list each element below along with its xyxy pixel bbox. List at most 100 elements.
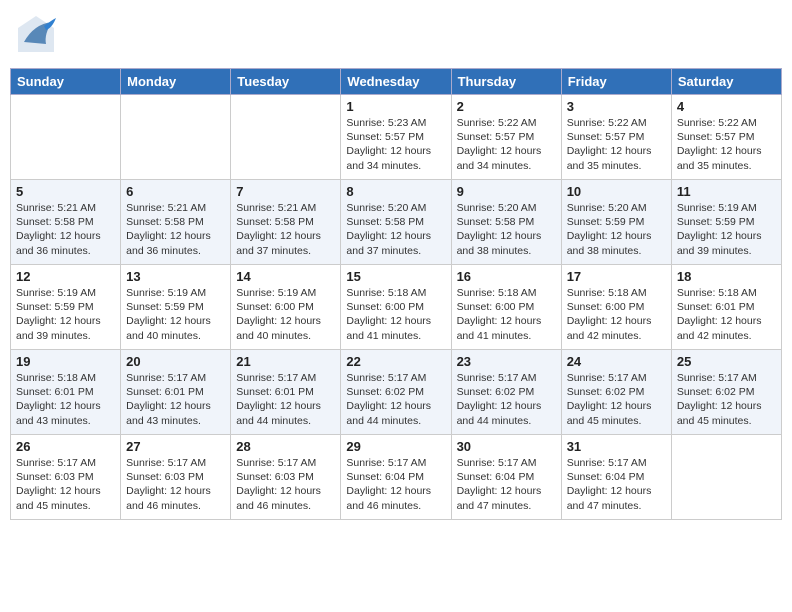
day-cell: 10 Sunrise: 5:20 AM Sunset: 5:59 PM Dayli… <box>561 180 671 265</box>
day-number: 1 <box>346 99 445 114</box>
day-cell: 25 Sunrise: 5:17 AM Sunset: 6:02 PM Dayli… <box>671 350 781 435</box>
day-number: 8 <box>346 184 445 199</box>
day-info: Sunrise: 5:18 AM Sunset: 6:01 PM Dayligh… <box>677 286 776 343</box>
day-number: 11 <box>677 184 776 199</box>
week-row-5: 26 Sunrise: 5:17 AM Sunset: 6:03 PM Dayli… <box>11 435 782 520</box>
day-number: 4 <box>677 99 776 114</box>
day-number: 23 <box>457 354 556 369</box>
day-number: 5 <box>16 184 115 199</box>
day-info: Sunrise: 5:18 AM Sunset: 6:01 PM Dayligh… <box>16 371 115 428</box>
day-number: 9 <box>457 184 556 199</box>
day-info: Sunrise: 5:20 AM Sunset: 5:59 PM Dayligh… <box>567 201 666 258</box>
day-number: 30 <box>457 439 556 454</box>
day-info: Sunrise: 5:17 AM Sunset: 6:03 PM Dayligh… <box>16 456 115 513</box>
day-cell: 5 Sunrise: 5:21 AM Sunset: 5:58 PM Daylig… <box>11 180 121 265</box>
day-cell: 30Sunrise: 5:17 AM Sunset: 6:04 PM Dayli… <box>451 435 561 520</box>
day-number: 31 <box>567 439 666 454</box>
day-info: Sunrise: 5:20 AM Sunset: 5:58 PM Dayligh… <box>346 201 445 258</box>
day-cell: 6Sunrise: 5:21 AM Sunset: 5:58 PM Daylig… <box>121 180 231 265</box>
day-cell: 18 Sunrise: 5:18 AM Sunset: 6:01 PM Dayli… <box>671 265 781 350</box>
calendar: SundayMondayTuesdayWednesdayThursdayFrid… <box>10 68 782 520</box>
col-header-tuesday: Tuesday <box>231 69 341 95</box>
week-row-2: 5 Sunrise: 5:21 AM Sunset: 5:58 PM Daylig… <box>11 180 782 265</box>
day-info: Sunrise: 5:22 AM Sunset: 5:57 PM Dayligh… <box>567 116 666 173</box>
day-number: 13 <box>126 269 225 284</box>
day-cell: 15 Sunrise: 5:18 AM Sunset: 6:00 PM Dayli… <box>341 265 451 350</box>
day-cell: 4 Sunrise: 5:22 AM Sunset: 5:57 PM Daylig… <box>671 95 781 180</box>
day-info: Sunrise: 5:17 AM Sunset: 6:02 PM Dayligh… <box>457 371 556 428</box>
col-header-wednesday: Wednesday <box>341 69 451 95</box>
day-cell: 23 Sunrise: 5:17 AM Sunset: 6:02 PM Dayli… <box>451 350 561 435</box>
day-number: 26 <box>16 439 115 454</box>
day-info: Sunrise: 5:17 AM Sunset: 6:04 PM Dayligh… <box>567 456 666 513</box>
day-cell: 8 Sunrise: 5:20 AM Sunset: 5:58 PM Daylig… <box>341 180 451 265</box>
day-cell: 31 Sunrise: 5:17 AM Sunset: 6:04 PM Dayli… <box>561 435 671 520</box>
logo-icon <box>16 14 56 58</box>
day-info: Sunrise: 5:18 AM Sunset: 6:00 PM Dayligh… <box>457 286 556 343</box>
day-cell <box>121 95 231 180</box>
day-info: Sunrise: 5:17 AM Sunset: 6:02 PM Dayligh… <box>677 371 776 428</box>
day-cell: 12Sunrise: 5:19 AM Sunset: 5:59 PM Dayli… <box>11 265 121 350</box>
day-number: 24 <box>567 354 666 369</box>
day-number: 19 <box>16 354 115 369</box>
day-cell: 14Sunrise: 5:19 AM Sunset: 6:00 PM Dayli… <box>231 265 341 350</box>
day-info: Sunrise: 5:22 AM Sunset: 5:57 PM Dayligh… <box>457 116 556 173</box>
week-row-3: 12Sunrise: 5:19 AM Sunset: 5:59 PM Dayli… <box>11 265 782 350</box>
day-cell: 19 Sunrise: 5:18 AM Sunset: 6:01 PM Dayli… <box>11 350 121 435</box>
day-number: 21 <box>236 354 335 369</box>
day-number: 27 <box>126 439 225 454</box>
day-cell <box>231 95 341 180</box>
day-cell: 9 Sunrise: 5:20 AM Sunset: 5:58 PM Daylig… <box>451 180 561 265</box>
day-number: 3 <box>567 99 666 114</box>
col-header-sunday: Sunday <box>11 69 121 95</box>
col-header-monday: Monday <box>121 69 231 95</box>
day-cell: 28 Sunrise: 5:17 AM Sunset: 6:03 PM Dayli… <box>231 435 341 520</box>
day-info: Sunrise: 5:17 AM Sunset: 6:03 PM Dayligh… <box>236 456 335 513</box>
day-info: Sunrise: 5:17 AM Sunset: 6:03 PM Dayligh… <box>126 456 225 513</box>
day-info: Sunrise: 5:17 AM Sunset: 6:02 PM Dayligh… <box>346 371 445 428</box>
day-info: Sunrise: 5:19 AM Sunset: 5:59 PM Dayligh… <box>16 286 115 343</box>
day-number: 17 <box>567 269 666 284</box>
day-cell: 11 Sunrise: 5:19 AM Sunset: 5:59 PM Dayli… <box>671 180 781 265</box>
day-number: 22 <box>346 354 445 369</box>
day-number: 2 <box>457 99 556 114</box>
day-cell: 24 Sunrise: 5:17 AM Sunset: 6:02 PM Dayli… <box>561 350 671 435</box>
day-number: 29 <box>346 439 445 454</box>
day-number: 25 <box>677 354 776 369</box>
col-header-friday: Friday <box>561 69 671 95</box>
day-info: Sunrise: 5:20 AM Sunset: 5:58 PM Dayligh… <box>457 201 556 258</box>
day-info: Sunrise: 5:17 AM Sunset: 6:01 PM Dayligh… <box>236 371 335 428</box>
col-header-thursday: Thursday <box>451 69 561 95</box>
day-info: Sunrise: 5:23 AM Sunset: 5:57 PM Dayligh… <box>346 116 445 173</box>
day-info: Sunrise: 5:21 AM Sunset: 5:58 PM Dayligh… <box>16 201 115 258</box>
day-number: 16 <box>457 269 556 284</box>
day-cell: 3 Sunrise: 5:22 AM Sunset: 5:57 PM Daylig… <box>561 95 671 180</box>
day-cell <box>671 435 781 520</box>
day-number: 18 <box>677 269 776 284</box>
day-number: 15 <box>346 269 445 284</box>
day-cell: 21 Sunrise: 5:17 AM Sunset: 6:01 PM Dayli… <box>231 350 341 435</box>
day-info: Sunrise: 5:21 AM Sunset: 5:58 PM Dayligh… <box>126 201 225 258</box>
day-number: 20 <box>126 354 225 369</box>
day-info: Sunrise: 5:19 AM Sunset: 5:59 PM Dayligh… <box>677 201 776 258</box>
day-number: 7 <box>236 184 335 199</box>
day-number: 28 <box>236 439 335 454</box>
day-cell: 20Sunrise: 5:17 AM Sunset: 6:01 PM Dayli… <box>121 350 231 435</box>
day-info: Sunrise: 5:21 AM Sunset: 5:58 PM Dayligh… <box>236 201 335 258</box>
day-info: Sunrise: 5:17 AM Sunset: 6:02 PM Dayligh… <box>567 371 666 428</box>
day-info: Sunrise: 5:22 AM Sunset: 5:57 PM Dayligh… <box>677 116 776 173</box>
day-info: Sunrise: 5:19 AM Sunset: 5:59 PM Dayligh… <box>126 286 225 343</box>
day-number: 10 <box>567 184 666 199</box>
day-cell: 2 Sunrise: 5:22 AM Sunset: 5:57 PM Daylig… <box>451 95 561 180</box>
day-cell: 16 Sunrise: 5:18 AM Sunset: 6:00 PM Dayli… <box>451 265 561 350</box>
day-info: Sunrise: 5:18 AM Sunset: 6:00 PM Dayligh… <box>346 286 445 343</box>
day-cell: 27 Sunrise: 5:17 AM Sunset: 6:03 PM Dayli… <box>121 435 231 520</box>
week-row-1: 1 Sunrise: 5:23 AM Sunset: 5:57 PM Daylig… <box>11 95 782 180</box>
day-cell: 17 Sunrise: 5:18 AM Sunset: 6:00 PM Dayli… <box>561 265 671 350</box>
day-info: Sunrise: 5:18 AM Sunset: 6:00 PM Dayligh… <box>567 286 666 343</box>
day-cell: 1 Sunrise: 5:23 AM Sunset: 5:57 PM Daylig… <box>341 95 451 180</box>
day-cell: 7 Sunrise: 5:21 AM Sunset: 5:58 PM Daylig… <box>231 180 341 265</box>
day-number: 14 <box>236 269 335 284</box>
day-cell <box>11 95 121 180</box>
day-cell: 26 Sunrise: 5:17 AM Sunset: 6:03 PM Dayli… <box>11 435 121 520</box>
